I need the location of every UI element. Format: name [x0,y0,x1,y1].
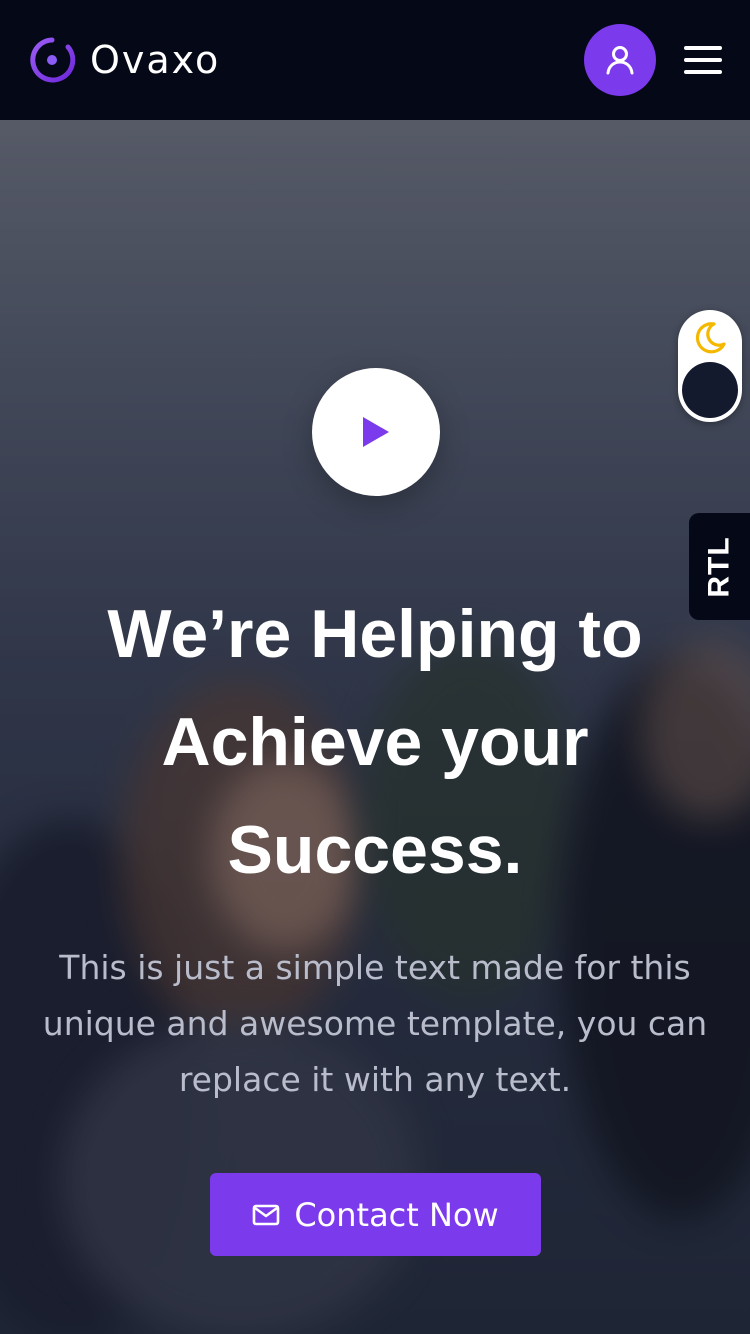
header: Ovaxo [0,0,750,120]
rtl-label: RTL [702,535,736,598]
hamburger-menu-icon[interactable] [684,46,722,74]
hero-description: This is just a simple text made for this… [42,948,708,1099]
user-icon [606,46,634,75]
logo[interactable]: Ovaxo [28,36,220,84]
header-actions [584,24,722,96]
rtl-toggle-tab[interactable]: RTL [689,513,750,620]
menu-line [684,58,722,62]
play-icon [363,417,389,447]
hero-title: We’re Helping to Achieve your Success. [107,596,643,888]
mail-icon [253,1204,280,1225]
hero-section: We’re Helping to Achieve your Success. T… [0,120,750,1334]
contact-now-label: Contact Now [294,1195,499,1234]
menu-line [684,70,722,74]
contact-now-button[interactable]: Contact Now [210,1173,541,1256]
logo-text: Ovaxo [90,38,221,82]
user-button[interactable] [584,24,656,96]
play-video-button[interactable] [312,368,440,496]
ring-dot-icon [28,36,76,84]
theme-toggle[interactable] [678,310,742,422]
menu-line [684,46,722,50]
moon-icon [695,322,726,354]
toggle-knob [682,362,738,418]
